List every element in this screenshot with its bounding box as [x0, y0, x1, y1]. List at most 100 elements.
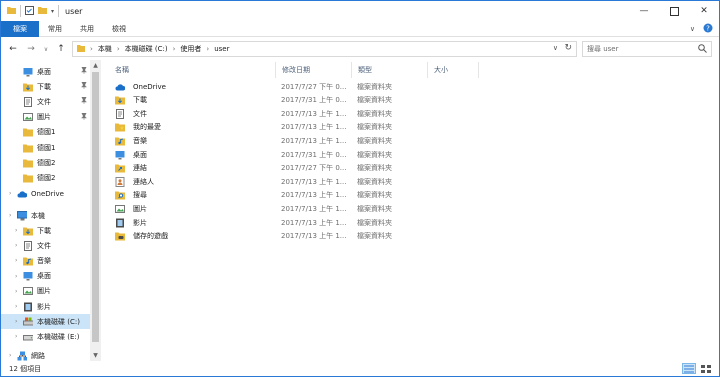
recent-locations-button[interactable]: ∨	[40, 42, 52, 56]
scroll-down-icon[interactable]: ▼	[90, 350, 101, 361]
expand-chevron-icon[interactable]: ›	[15, 242, 17, 249]
breadcrumb-drive-c[interactable]: 本機磁碟 (C:)	[125, 44, 168, 54]
expand-chevron-icon[interactable]: ›	[9, 352, 11, 359]
search-icon[interactable]	[698, 44, 707, 55]
sidebar-item-pc-4[interactable]: › 圖片	[1, 284, 90, 299]
sidebar-item-pc-0[interactable]: › 下載	[1, 223, 90, 238]
sidebar-item-quick-2[interactable]: 文件	[1, 94, 90, 109]
sidebar-item-pc-1[interactable]: › 文件	[1, 238, 90, 253]
quick-access-toolbar: ▾	[1, 1, 60, 21]
up-button[interactable]: ↑	[55, 42, 67, 56]
column-header-date[interactable]: 修改日期	[276, 62, 352, 78]
sidebar-item-network[interactable]: › 網路	[1, 348, 90, 361]
file-type: 檔案資料夾	[357, 123, 392, 132]
sidebar-item-quick-3[interactable]: 圖片	[1, 110, 90, 125]
navigation-scrollbar[interactable]: ▲ ▼	[90, 60, 101, 361]
customize-toolbar-icon[interactable]: ▾	[51, 8, 54, 15]
sidebar-item-quick-1[interactable]: 下載	[1, 79, 90, 94]
file-row[interactable]: OneDrive 2017/7/27 下午 0... 檔案資料夾	[111, 80, 441, 93]
folder-icon[interactable]	[7, 6, 16, 16]
video-icon	[115, 218, 125, 228]
sidebar-item-pc-6[interactable]: › 本機磁碟 (C:)	[1, 314, 90, 330]
sidebar-item-onedrive[interactable]: › OneDrive	[1, 186, 90, 201]
file-date: 2017/7/13 上午 1...	[281, 109, 347, 118]
breadcrumb-user[interactable]: user	[214, 45, 229, 53]
ribbon-controls: ∨ ?	[690, 23, 713, 35]
sidebar-item-this-pc[interactable]: › 本機	[1, 208, 90, 223]
pin-icon[interactable]	[80, 66, 88, 76]
navigation-bar: ← → ∨ ↑ › 本機 › 本機磁碟 (C:) › 使用者 › user ∨ …	[1, 38, 719, 60]
tab-view[interactable]: 檢視	[103, 21, 135, 37]
address-dropdown-icon[interactable]: ∨	[553, 44, 558, 52]
sidebar-item-quick-7[interactable]: 德國2	[1, 170, 90, 185]
maximize-button[interactable]	[659, 1, 689, 21]
large-icons-view-icon[interactable]	[699, 363, 713, 374]
help-icon[interactable]: ?	[703, 23, 713, 35]
sidebar-item-quick-5[interactable]: 德國1	[1, 140, 90, 155]
tab-file[interactable]: 檔案	[1, 20, 39, 37]
file-row[interactable]: 文件 2017/7/13 上午 1... 檔案資料夾	[111, 107, 441, 120]
file-row[interactable]: 圖片 2017/7/13 上午 1... 檔案資料夾	[111, 202, 441, 215]
sidebar-item-pc-7[interactable]: › 本機磁碟 (E:)	[1, 329, 90, 344]
chevron-right-icon[interactable]: ›	[173, 45, 176, 53]
file-row[interactable]: 下載 2017/7/31 上午 0... 檔案資料夾	[111, 94, 441, 107]
file-row[interactable]: 連結 2017/7/27 下午 0... 檔案資料夾	[111, 162, 441, 175]
file-type: 檔案資料夾	[357, 218, 392, 227]
chevron-right-icon[interactable]: ›	[206, 45, 209, 53]
tab-share[interactable]: 共用	[71, 21, 103, 37]
pin-icon[interactable]	[80, 112, 88, 122]
tab-home[interactable]: 常用	[39, 21, 71, 37]
expand-chevron-icon[interactable]: ›	[15, 273, 17, 280]
file-row[interactable]: 我的最愛 2017/7/13 上午 1... 檔案資料夾	[111, 121, 441, 134]
sidebar-item-pc-3[interactable]: › 桌面	[1, 269, 90, 284]
expand-chevron-icon[interactable]: ›	[15, 333, 17, 340]
details-view-icon[interactable]	[682, 363, 696, 374]
expand-ribbon-icon[interactable]: ∨	[690, 25, 695, 33]
file-date: 2017/7/27 下午 0...	[281, 164, 347, 173]
item-count: 12 個項目	[9, 365, 42, 373]
new-folder-icon[interactable]	[38, 6, 47, 16]
forward-button[interactable]: →	[25, 42, 37, 56]
file-row[interactable]: 音樂 2017/7/13 上午 1... 檔案資料夾	[111, 134, 441, 147]
scroll-thumb[interactable]	[92, 72, 99, 342]
svg-text:?: ?	[706, 25, 710, 33]
sidebar-item-quick-4[interactable]: 德國1	[1, 125, 90, 140]
breadcrumb-users[interactable]: 使用者	[180, 44, 201, 54]
file-name: 我的最愛	[133, 123, 161, 132]
expand-chevron-icon[interactable]: ›	[15, 227, 17, 234]
file-row[interactable]: 桌面 2017/7/31 上午 0... 檔案資料夾	[111, 148, 441, 161]
file-row[interactable]: 影片 2017/7/13 上午 1... 檔案資料夾	[111, 216, 441, 229]
close-button[interactable]: ✕	[689, 1, 719, 21]
scroll-up-icon[interactable]: ▲	[90, 60, 101, 71]
search-input[interactable]: 搜尋 user	[582, 41, 712, 57]
pin-icon[interactable]	[80, 97, 88, 106]
chevron-right-icon[interactable]: ›	[90, 45, 93, 53]
expand-chevron-icon[interactable]: ›	[15, 318, 17, 325]
breadcrumb-this-pc[interactable]: 本機	[98, 44, 112, 54]
sidebar-item-quick-6[interactable]: 德國2	[1, 155, 90, 170]
pin-icon[interactable]	[80, 81, 88, 91]
back-button[interactable]: ←	[7, 42, 19, 56]
column-header-type[interactable]: 類型	[352, 62, 428, 78]
nav-label: 桌面	[37, 272, 51, 281]
sidebar-item-quick-0[interactable]: 桌面	[1, 64, 90, 79]
sidebar-item-pc-2[interactable]: › 音樂	[1, 253, 90, 268]
address-bar[interactable]: › 本機 › 本機磁碟 (C:) › 使用者 › user ∨ ↻	[72, 41, 577, 57]
expand-chevron-icon[interactable]: ›	[15, 257, 17, 264]
column-header-size[interactable]: 大小	[428, 62, 479, 78]
minimize-button[interactable]: —	[629, 1, 659, 21]
properties-icon[interactable]	[25, 5, 34, 17]
file-row[interactable]: 連絡人 2017/7/13 上午 1... 檔案資料夾	[111, 175, 441, 188]
file-name: 連絡人	[133, 177, 154, 186]
file-row[interactable]: 儲存的遊戲 2017/7/13 上午 1... 檔案資料夾	[111, 230, 441, 243]
expand-chevron-icon[interactable]: ›	[15, 303, 17, 310]
column-header-name[interactable]: 名稱	[109, 62, 276, 78]
expand-chevron-icon[interactable]: ›	[9, 190, 11, 197]
expand-chevron-icon[interactable]: ›	[15, 288, 17, 295]
sidebar-item-pc-5[interactable]: › 影片	[1, 299, 90, 314]
file-date: 2017/7/13 上午 1...	[281, 177, 347, 186]
expand-chevron-icon[interactable]: ›	[9, 212, 11, 219]
file-row[interactable]: 搜尋 2017/7/13 上午 1... 檔案資料夾	[111, 189, 441, 202]
chevron-right-icon[interactable]: ›	[117, 45, 120, 53]
refresh-icon[interactable]: ↻	[564, 43, 572, 53]
